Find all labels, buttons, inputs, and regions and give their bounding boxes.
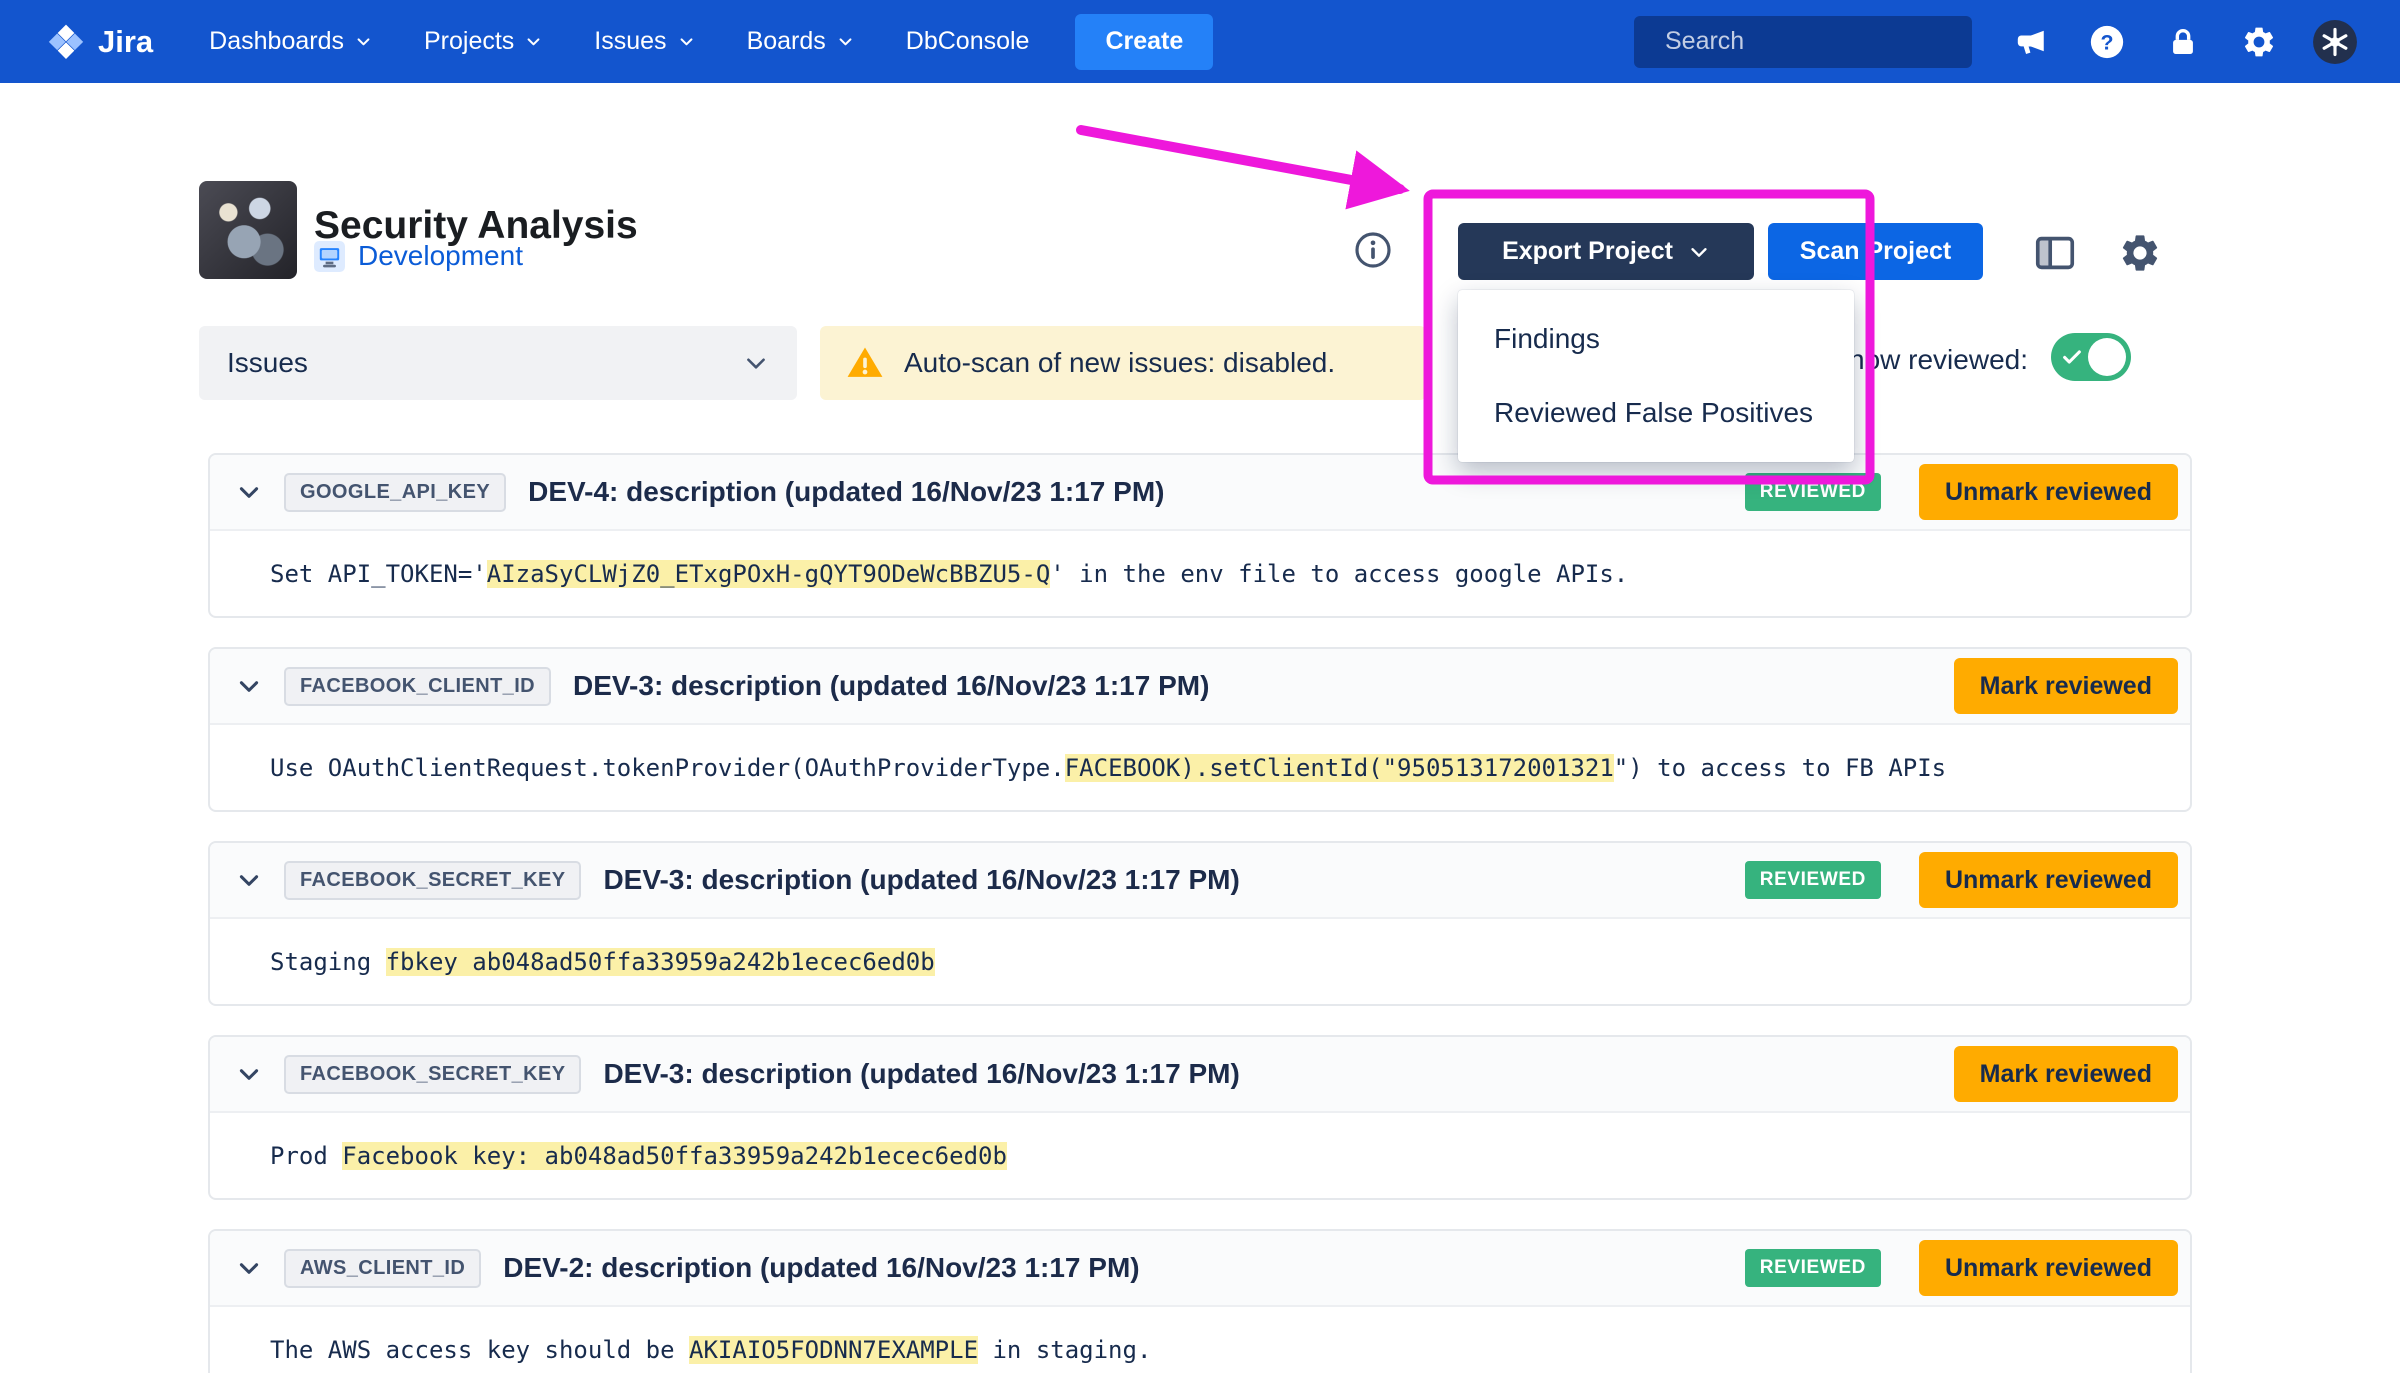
reviewed-badge: REVIEWED: [1744, 861, 1881, 899]
finding-type-chip: AWS_CLIENT_ID: [284, 1248, 482, 1288]
nav-menu-item-label: Issues: [594, 27, 667, 55]
mark-reviewed-button[interactable]: Unmark reviewed: [1918, 464, 2178, 520]
chevron-down-icon: [747, 358, 765, 369]
top-navigation: Jira Dashboards Projects Issues Boards D…: [0, 0, 2400, 83]
export-project-label: Export Project: [1502, 237, 1673, 265]
finding-card: FACEBOOK_CLIENT_ID DEV-3: description (u…: [208, 647, 2192, 812]
check-icon: [2063, 350, 2081, 364]
export-project-button[interactable]: Export Project: [1458, 223, 1754, 280]
brand-name: Jira: [98, 23, 154, 59]
search-input[interactable]: [1663, 26, 1989, 57]
mark-reviewed-button[interactable]: Unmark reviewed: [1918, 1240, 2178, 1296]
nav-menu: Dashboards Projects Issues Boards DbCons…: [209, 27, 1029, 56]
mark-reviewed-button[interactable]: Unmark reviewed: [1918, 852, 2178, 908]
export-menu-item[interactable]: Findings: [1458, 302, 1854, 376]
show-reviewed-toggle[interactable]: [2051, 333, 2131, 381]
page: Jira Dashboards Projects Issues Boards D…: [0, 0, 2400, 1373]
finding-header[interactable]: FACEBOOK_SECRET_KEY DEV-3: description (…: [210, 843, 2190, 919]
chevron-down-icon[interactable]: [236, 867, 262, 893]
finding-description: Staging fbkey ab048ad50ffa33959a242b1ece…: [270, 947, 935, 976]
finding-title: DEV-3: description (updated 16/Nov/23 1:…: [603, 1058, 1240, 1089]
project-avatar: [199, 181, 297, 279]
mark-reviewed-button[interactable]: Mark reviewed: [1953, 658, 2178, 714]
reviewed-badge: REVIEWED: [1744, 1249, 1881, 1287]
create-button[interactable]: Create: [1075, 13, 1214, 70]
chevron-down-icon[interactable]: [236, 1061, 262, 1087]
export-menu-item[interactable]: Reviewed False Positives: [1458, 376, 1854, 450]
mark-reviewed-button[interactable]: Mark reviewed: [1953, 1046, 2178, 1102]
finding-title: DEV-3: description (updated 16/Nov/23 1:…: [573, 670, 1210, 701]
chevron-down-icon: [680, 38, 693, 46]
project-type-label: Development: [358, 240, 523, 271]
help-icon[interactable]: ?: [2084, 19, 2130, 65]
finding-type-chip: GOOGLE_API_KEY: [284, 472, 507, 512]
panels-icon[interactable]: [2028, 226, 2082, 280]
finding-title: DEV-4: description (updated 16/Nov/23 1:…: [528, 476, 1165, 507]
nav-menu-item[interactable]: DbConsole: [906, 27, 1030, 56]
nav-menu-item-label: Projects: [423, 27, 515, 55]
finding-header[interactable]: AWS_CLIENT_ID DEV-2: description (update…: [210, 1231, 2190, 1307]
nav-menu-item[interactable]: Boards: [747, 27, 854, 56]
jira-logo-icon: [48, 24, 84, 59]
nav-icon-group: ?: [2008, 19, 2358, 65]
search-box[interactable]: [1634, 15, 1989, 68]
lock-icon[interactable]: [2160, 19, 2206, 65]
app-switcher-avatar[interactable]: [2312, 19, 2358, 65]
nav-menu-item-label: Boards: [746, 27, 826, 55]
chevron-down-icon[interactable]: [236, 479, 262, 505]
nav-menu-item-label: DbConsole: [905, 27, 1030, 55]
finding-title: DEV-3: description (updated 16/Nov/23 1:…: [603, 864, 1240, 895]
finding-header[interactable]: FACEBOOK_SECRET_KEY DEV-3: description (…: [210, 1037, 2190, 1113]
nav-menu-item[interactable]: Issues: [594, 27, 694, 56]
finding-card: FACEBOOK_SECRET_KEY DEV-3: description (…: [208, 841, 2192, 1006]
finding-card: GOOGLE_API_KEY DEV-4: description (updat…: [208, 453, 2192, 618]
findings-list: GOOGLE_API_KEY DEV-4: description (updat…: [208, 453, 2192, 1373]
jira-brand[interactable]: Jira: [46, 22, 153, 62]
finding-card: FACEBOOK_SECRET_KEY DEV-3: description (…: [208, 1035, 2192, 1200]
annotation-arrow: [1076, 125, 1410, 210]
info-icon[interactable]: [1352, 229, 1394, 271]
show-reviewed-label: Show reviewed:: [1830, 344, 2028, 375]
chevron-down-icon[interactable]: [236, 1255, 262, 1281]
nav-menu-item[interactable]: Dashboards: [209, 27, 372, 56]
announcement-icon[interactable]: [2008, 19, 2054, 65]
auto-scan-warning-banner: Auto-scan of new issues: disabled.: [820, 326, 1426, 400]
issues-filter-value: Issues: [227, 347, 308, 378]
finding-header[interactable]: FACEBOOK_CLIENT_ID DEV-3: description (u…: [210, 649, 2190, 725]
export-dropdown-menu: Findings Reviewed False Positives: [1458, 290, 1854, 462]
toggle-knob: [2088, 338, 2126, 376]
finding-description: The AWS access key should be AKIAIO5FODN…: [270, 1335, 1152, 1364]
chevron-down-icon: [357, 38, 370, 46]
finding-type-chip: FACEBOOK_CLIENT_ID: [284, 666, 552, 706]
finding-description: Prod Facebook key: ab048ad50ffa33959a242…: [270, 1141, 1007, 1170]
warning-text: Auto-scan of new issues: disabled.: [904, 347, 1336, 378]
finding-type-chip: FACEBOOK_SECRET_KEY: [284, 1054, 582, 1094]
svg-text:?: ?: [2100, 30, 2113, 54]
chevron-down-icon: [527, 38, 540, 46]
gear-icon[interactable]: [2236, 19, 2282, 65]
finding-header[interactable]: GOOGLE_API_KEY DEV-4: description (updat…: [210, 455, 2190, 531]
chevron-down-icon: [839, 38, 852, 46]
project-type-icon: [314, 240, 345, 272]
warning-icon: [847, 347, 883, 377]
reviewed-badge: REVIEWED: [1744, 473, 1881, 511]
project-type-link[interactable]: Development: [314, 240, 523, 272]
nav-menu-item[interactable]: Projects: [424, 27, 542, 56]
finding-card: AWS_CLIENT_ID DEV-2: description (update…: [208, 1229, 2192, 1373]
finding-title: DEV-2: description (updated 16/Nov/23 1:…: [503, 1252, 1140, 1283]
issues-filter-select[interactable]: Issues: [199, 326, 797, 400]
chevron-down-icon: [1691, 247, 1707, 257]
chevron-down-icon[interactable]: [236, 673, 262, 699]
finding-description: Use OAuthClientRequest.tokenProvider(OAu…: [270, 753, 1947, 782]
gear-icon[interactable]: [2113, 226, 2167, 280]
finding-type-chip: FACEBOOK_SECRET_KEY: [284, 860, 582, 900]
finding-description: Set API_TOKEN=' AIzaSyCLWjZ0_ETxgPOxH-gQY…: [270, 559, 1629, 588]
scan-project-button[interactable]: Scan Project: [1768, 223, 1983, 280]
nav-menu-item-label: Dashboards: [209, 27, 344, 55]
